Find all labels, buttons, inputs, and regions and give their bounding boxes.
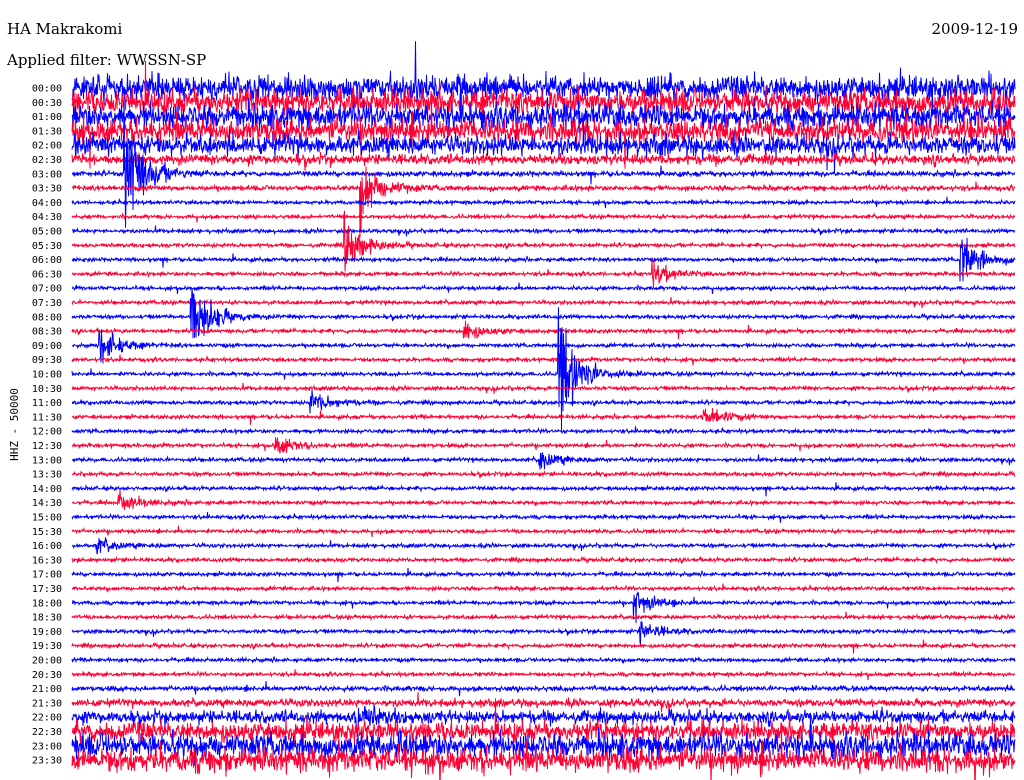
trace-plot: 00:00 00:30 01:00 01:30 02:00 02:30 03:00 03:30…: [32, 41, 1016, 780]
row-time-label: 02:00: [32, 141, 62, 152]
row-time-label: 12:30: [32, 441, 62, 452]
row-time-label: 09:30: [32, 355, 62, 366]
row-time-label: 06:00: [32, 255, 62, 266]
trace-1730: [71, 583, 1016, 593]
trace-1330: [71, 469, 1016, 479]
row-time-label: 00:30: [32, 98, 62, 109]
row-time-label: 12:00: [32, 427, 62, 438]
trace-0500: [71, 225, 1016, 237]
row-time-label: 14:30: [32, 498, 62, 509]
trace-1200: [71, 426, 1016, 436]
row-time-label: 19:30: [32, 641, 62, 652]
trace-1530: [71, 525, 1016, 538]
trace-1930: [71, 639, 1016, 654]
row-time-label: 05:30: [32, 241, 62, 252]
trace-1130: [71, 407, 1016, 425]
row-time-label: 21:00: [32, 684, 62, 695]
trace-1830: [71, 611, 1015, 622]
row-time-label: 20:00: [32, 656, 62, 667]
trace-1900: [71, 621, 1016, 646]
row-time-label: 11:30: [32, 412, 62, 423]
row-time-label: 22:00: [32, 713, 62, 724]
row-time-label: 09:00: [32, 341, 62, 352]
trace-1230: [71, 437, 1016, 454]
trace-0530: [71, 210, 1016, 272]
trace-0000: [71, 41, 1016, 106]
trace-1630: [71, 555, 1016, 565]
row-time-label: 16:00: [32, 541, 62, 552]
row-time-label: 04:00: [32, 198, 62, 209]
trace-1600: [71, 537, 1016, 555]
trace-0400: [71, 196, 1016, 209]
trace-0930: [71, 354, 1016, 366]
row-time-label: 01:30: [32, 126, 62, 137]
row-time-label: 23:30: [32, 756, 62, 767]
row-time-label: 06:30: [32, 269, 62, 280]
trace-0230: [71, 151, 1016, 171]
row-time-label: 02:30: [32, 155, 62, 166]
row-time-label: 15:00: [32, 513, 62, 524]
row-time-label: 08:30: [32, 327, 62, 338]
trace-2000: [71, 655, 1016, 665]
trace-1700: [71, 567, 1016, 583]
row-time-label: 04:30: [32, 212, 62, 223]
row-time-label: 23:00: [32, 741, 62, 752]
row-time-label: 13:30: [32, 470, 62, 481]
trace-1430: [71, 489, 1016, 510]
row-time-label: 17:30: [32, 584, 62, 595]
row-time-label: 19:00: [32, 627, 62, 638]
row-time-label: 22:30: [32, 727, 62, 738]
trace-0630: [71, 257, 1016, 289]
row-time-label: 00:00: [32, 84, 62, 95]
row-time-label: 15:30: [32, 527, 62, 538]
row-time-label: 16:30: [32, 555, 62, 566]
trace-1400: [71, 482, 1016, 497]
row-time-label: 07:00: [32, 284, 62, 295]
trace-0430: [71, 212, 1016, 223]
row-time-label: 17:00: [32, 570, 62, 581]
row-time-label: 21:30: [32, 698, 62, 709]
row-time-label: 03:00: [32, 169, 62, 180]
trace-2030: [71, 669, 1016, 681]
trace-0830: [71, 320, 1016, 340]
row-time-label: 01:00: [32, 112, 62, 123]
row-time-label: 18:30: [32, 613, 62, 624]
trace-0300: [71, 88, 1016, 228]
trace-1000: [71, 307, 1016, 431]
helicorder-chart: HA Makrakomi Applied filter: WWSSN-SP 20…: [0, 0, 1024, 780]
row-time-label: 03:30: [32, 184, 62, 195]
trace-1100: [71, 389, 1016, 414]
row-time-label: 08:00: [32, 312, 62, 323]
row-time-label: 10:00: [32, 370, 62, 381]
trace-2100: [71, 681, 1016, 697]
row-time-label: 13:00: [32, 455, 62, 466]
trace-1500: [71, 511, 1016, 523]
row-time-label: 05:00: [32, 227, 62, 238]
row-time-label: 18:00: [32, 598, 62, 609]
row-time-label: 14:00: [32, 484, 62, 495]
trace-1030: [71, 382, 1016, 394]
row-time-label: 10:30: [32, 384, 62, 395]
row-time-label: 20:30: [32, 670, 62, 681]
row-time-label: 11:00: [32, 398, 62, 409]
row-time-label: 07:30: [32, 298, 62, 309]
trace-0730: [71, 297, 1016, 308]
trace-0700: [72, 282, 1016, 294]
trace-1300: [71, 452, 1016, 470]
